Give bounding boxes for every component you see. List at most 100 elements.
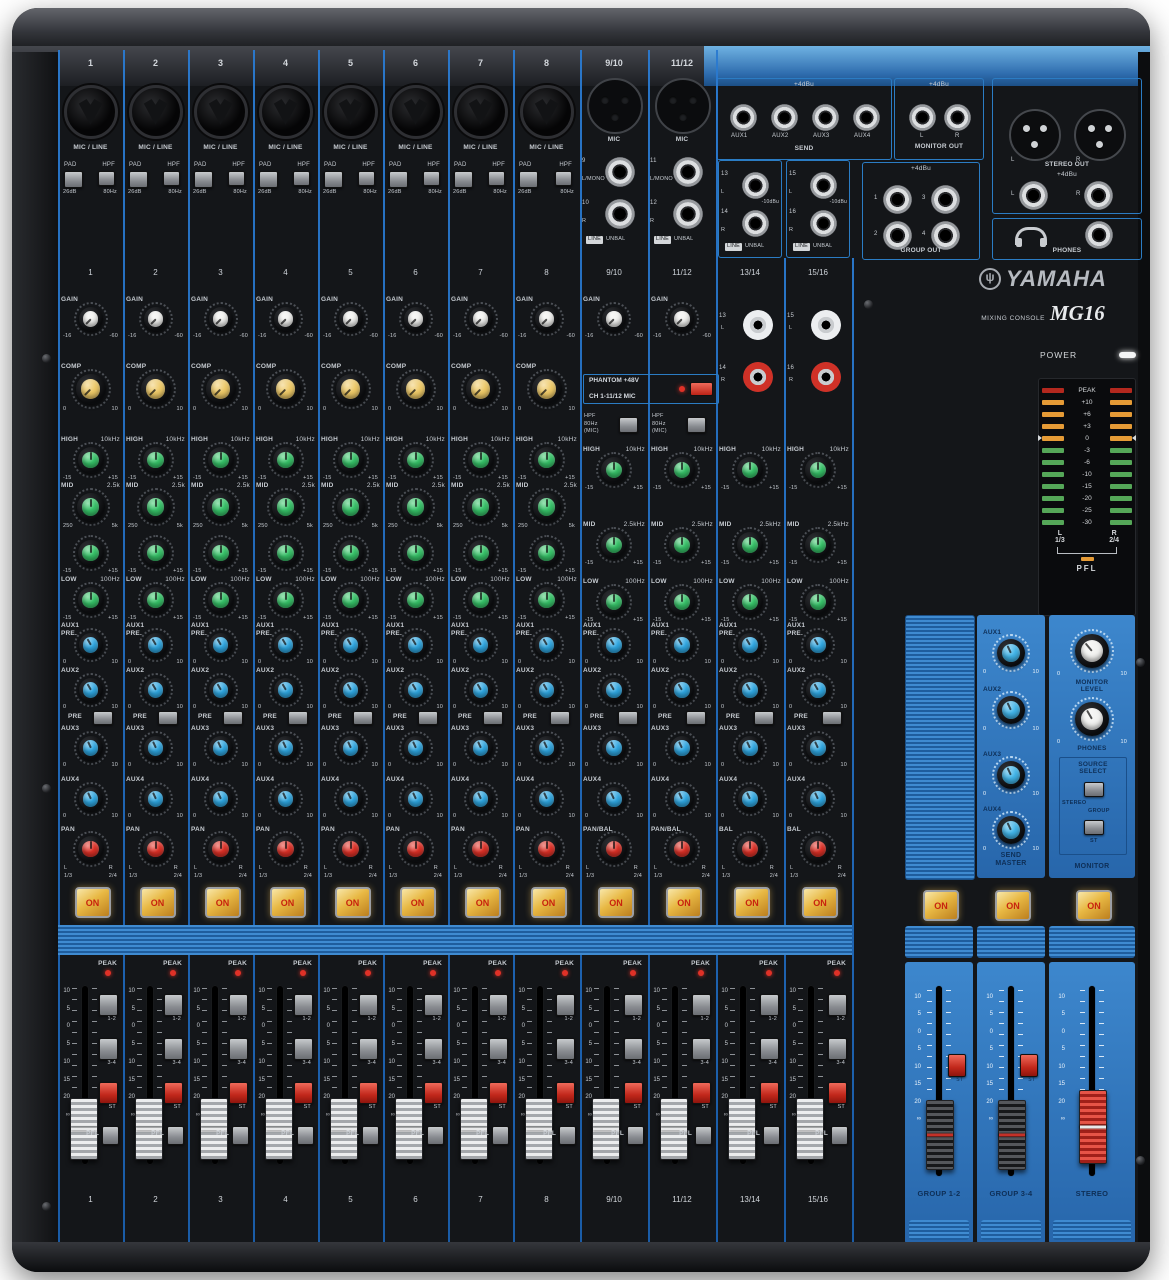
pan-knob[interactable] xyxy=(267,831,304,867)
aux4-knob[interactable] xyxy=(801,782,835,816)
assign-1-2-button[interactable] xyxy=(164,994,183,1016)
pan-knob[interactable] xyxy=(664,831,700,867)
eq-high-knob[interactable] xyxy=(800,452,836,488)
eq-mid-knob[interactable] xyxy=(397,535,434,571)
aux2-knob[interactable] xyxy=(73,673,108,707)
channel-on-button[interactable]: ON xyxy=(399,887,436,918)
monitor-level-knob[interactable] xyxy=(1070,629,1114,673)
assign-1-2-button[interactable] xyxy=(760,994,779,1016)
pad-switch[interactable] xyxy=(389,171,408,188)
channel-fader[interactable] xyxy=(70,1098,98,1160)
pfl-button[interactable] xyxy=(695,1126,712,1145)
phantom-switch[interactable] xyxy=(690,382,713,396)
eq-mid-knob[interactable] xyxy=(800,527,836,563)
eq-high-knob[interactable] xyxy=(72,442,109,478)
eq-low-knob[interactable] xyxy=(800,584,836,620)
pan-knob[interactable] xyxy=(137,831,174,867)
eq-mid-freq-knob[interactable] xyxy=(461,488,500,526)
pfl-button[interactable] xyxy=(167,1126,184,1145)
send-master-aux1-knob[interactable] xyxy=(992,634,1030,672)
assign-1-2-button[interactable] xyxy=(556,994,575,1016)
stereo-fader[interactable] xyxy=(1079,1090,1107,1164)
gain-knob[interactable] xyxy=(268,302,303,336)
aux2-knob[interactable] xyxy=(665,673,699,707)
assign-ST-button[interactable] xyxy=(692,1082,711,1104)
pre-switch[interactable] xyxy=(223,711,243,725)
eq-mid-freq-knob[interactable] xyxy=(396,488,435,526)
aux2-knob[interactable] xyxy=(268,673,303,707)
aux4-knob[interactable] xyxy=(398,782,433,816)
eq-mid-freq-knob[interactable] xyxy=(71,488,110,526)
eq-mid-knob[interactable] xyxy=(137,535,174,571)
channel-on-button[interactable]: ON xyxy=(334,887,371,918)
group-1-2-fader[interactable] xyxy=(926,1100,954,1170)
pre-switch[interactable] xyxy=(618,711,638,725)
assign-3-4-button[interactable] xyxy=(624,1038,643,1060)
pre-switch[interactable] xyxy=(158,711,178,725)
hpf-switch[interactable] xyxy=(98,171,115,186)
assign-ST-button[interactable] xyxy=(294,1082,313,1104)
assign-ST-button[interactable] xyxy=(624,1082,643,1104)
eq-low-knob[interactable] xyxy=(397,582,434,618)
pfl-button[interactable] xyxy=(559,1126,576,1145)
pre-switch[interactable] xyxy=(754,711,774,725)
pad-switch[interactable] xyxy=(324,171,343,188)
eq-high-knob[interactable] xyxy=(397,442,434,478)
group-3-4-on-button[interactable]: ON xyxy=(995,890,1031,921)
pfl-button[interactable] xyxy=(232,1126,249,1145)
stereo-on-button[interactable]: ON xyxy=(1076,890,1112,921)
aux1-knob[interactable] xyxy=(463,628,498,662)
eq-high-knob[interactable] xyxy=(664,452,700,488)
eq-low-knob[interactable] xyxy=(267,582,304,618)
eq-mid-freq-knob[interactable] xyxy=(201,488,240,526)
comp-knob[interactable] xyxy=(330,369,371,409)
eq-high-knob[interactable] xyxy=(332,442,369,478)
eq-mid-knob[interactable] xyxy=(332,535,369,571)
aux3-knob[interactable] xyxy=(73,731,108,765)
eq-low-knob[interactable] xyxy=(462,582,499,618)
assign-ST-button[interactable] xyxy=(424,1082,443,1104)
channel-fader[interactable] xyxy=(592,1098,620,1160)
assign-1-2-button[interactable] xyxy=(692,994,711,1016)
pad-switch[interactable] xyxy=(519,171,538,188)
gain-knob[interactable] xyxy=(398,302,433,336)
eq-mid-knob[interactable] xyxy=(462,535,499,571)
assign-ST-button[interactable] xyxy=(828,1082,847,1104)
eq-high-knob[interactable] xyxy=(137,442,174,478)
aux1-knob[interactable] xyxy=(733,628,767,662)
pre-switch[interactable] xyxy=(550,711,570,725)
aux1-knob[interactable] xyxy=(597,628,631,662)
pfl-button[interactable] xyxy=(427,1126,444,1145)
pad-switch[interactable] xyxy=(454,171,473,188)
eq-mid-freq-knob[interactable] xyxy=(527,488,566,526)
assign-3-4-button[interactable] xyxy=(692,1038,711,1060)
channel-fader[interactable] xyxy=(728,1098,756,1160)
aux2-knob[interactable] xyxy=(138,673,173,707)
assign-3-4-button[interactable] xyxy=(99,1038,118,1060)
eq-low-knob[interactable] xyxy=(664,584,700,620)
eq-low-knob[interactable] xyxy=(332,582,369,618)
aux3-knob[interactable] xyxy=(398,731,433,765)
hpf-mic-switch[interactable] xyxy=(687,417,706,433)
aux2-knob[interactable] xyxy=(333,673,368,707)
pre-switch[interactable] xyxy=(822,711,842,725)
assign-3-4-button[interactable] xyxy=(489,1038,508,1060)
eq-mid-freq-knob[interactable] xyxy=(266,488,305,526)
aux3-knob[interactable] xyxy=(665,731,699,765)
aux1-knob[interactable] xyxy=(398,628,433,662)
aux3-knob[interactable] xyxy=(268,731,303,765)
pfl-button[interactable] xyxy=(362,1126,379,1145)
eq-mid-freq-knob[interactable] xyxy=(331,488,370,526)
send-master-aux4-knob[interactable] xyxy=(992,811,1030,849)
channel-fader[interactable] xyxy=(395,1098,423,1160)
aux4-knob[interactable] xyxy=(268,782,303,816)
eq-high-knob[interactable] xyxy=(462,442,499,478)
comp-knob[interactable] xyxy=(460,369,501,409)
pre-switch[interactable] xyxy=(353,711,373,725)
aux4-knob[interactable] xyxy=(333,782,368,816)
assign-ST-button[interactable] xyxy=(760,1082,779,1104)
comp-knob[interactable] xyxy=(135,369,176,409)
channel-on-button[interactable]: ON xyxy=(666,887,702,918)
assign-ST-button[interactable] xyxy=(489,1082,508,1104)
eq-mid-knob[interactable] xyxy=(528,535,565,571)
